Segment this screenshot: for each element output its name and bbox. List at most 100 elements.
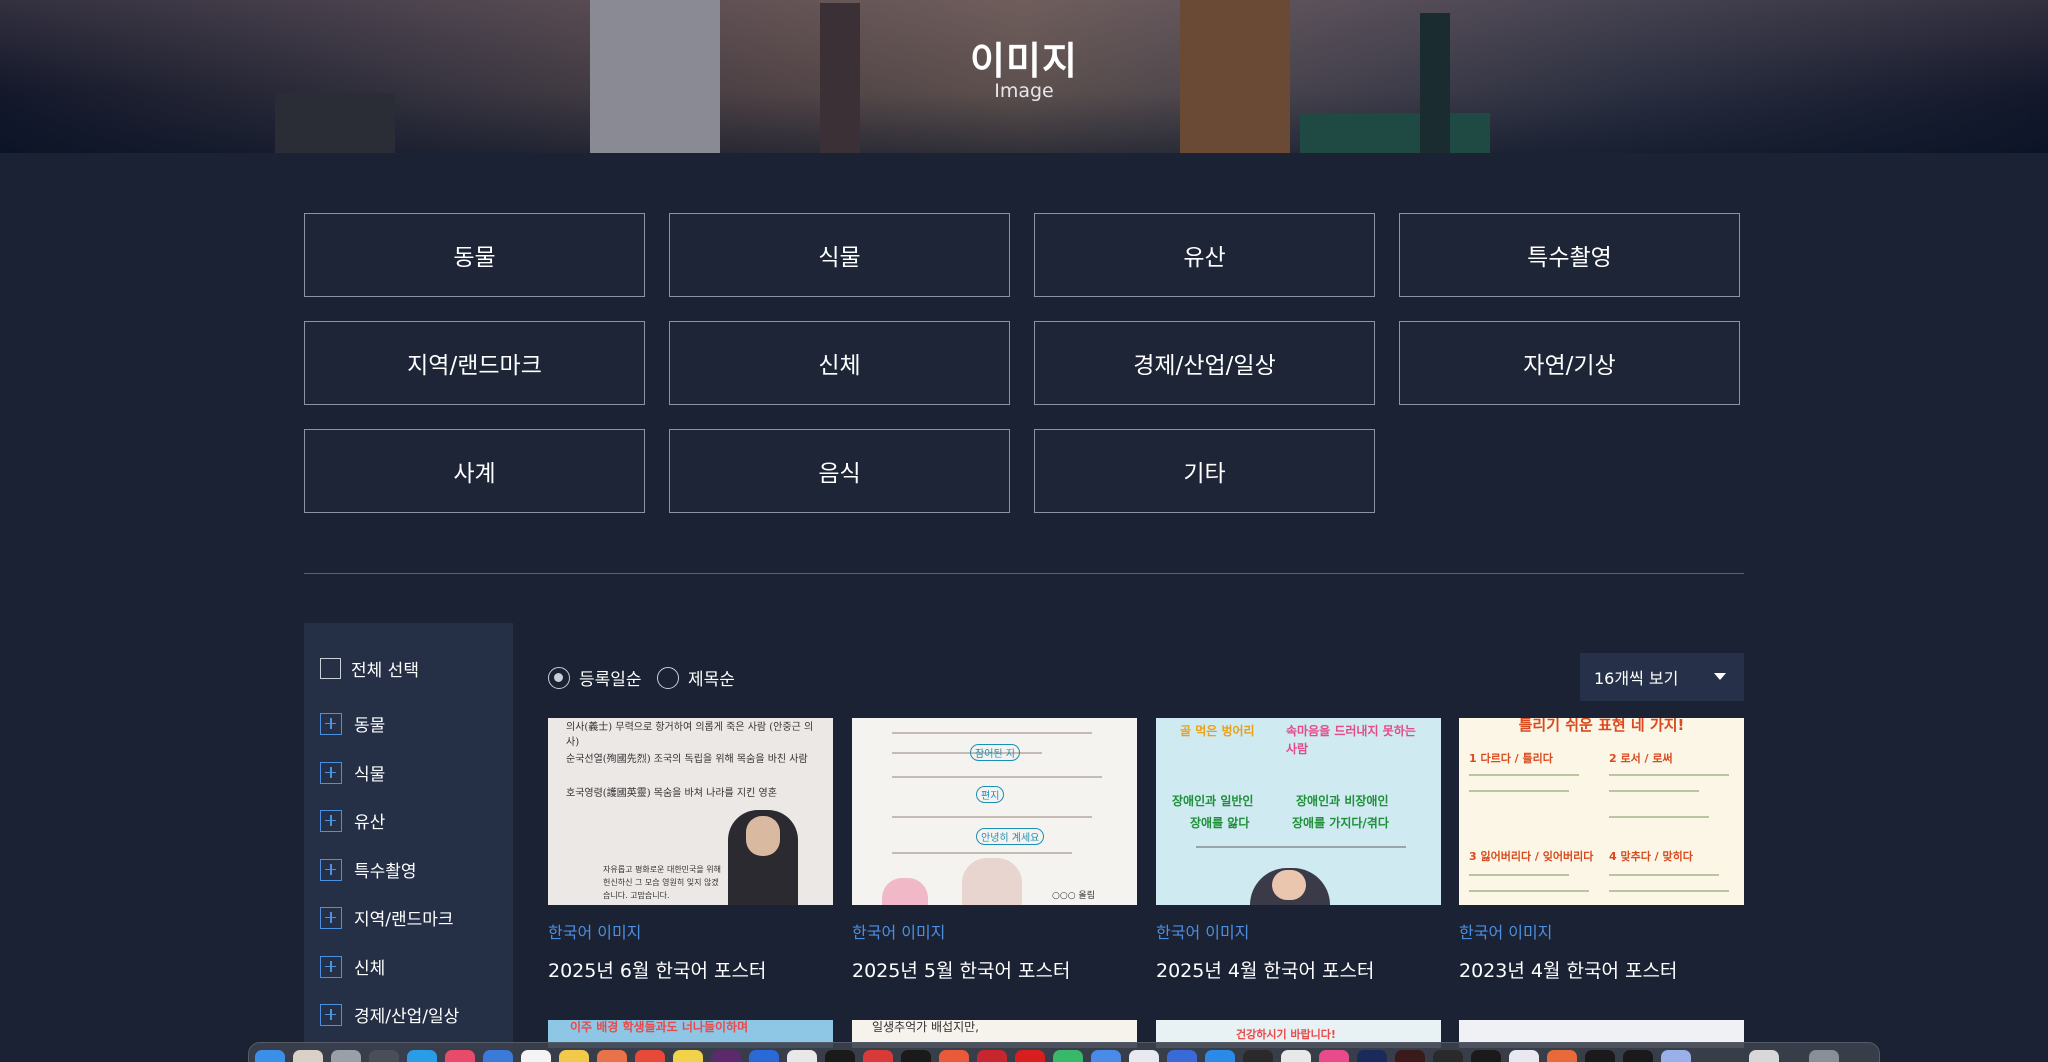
sidebar-item-animal[interactable]: 동물 xyxy=(320,711,385,736)
card-title[interactable]: 2025년 4월 한국어 포스터 xyxy=(1156,956,1441,983)
thumb-text: 속마음을 드러내지 못하는 사람 xyxy=(1286,724,1416,756)
category-button-landmark[interactable]: 지역/랜드마크 xyxy=(304,321,645,405)
card-thumbnail[interactable]: 골 먹은 벙어리 속마음을 드러내지 못하는 사람 장애인과 일반인 장애인과 … xyxy=(1156,718,1441,905)
thumb-text-line xyxy=(892,776,1102,778)
terminal-icon[interactable] xyxy=(1433,1050,1463,1062)
sidebar-item-label: 지역/랜드마크 xyxy=(354,910,454,930)
app-icon[interactable] xyxy=(1053,1050,1083,1062)
card-thumbnail[interactable]: 의사(義士) 무력으로 항거하여 의롭게 죽은 사람 (안중근 의사) 순국선열… xyxy=(548,718,833,905)
vscode-icon[interactable] xyxy=(1205,1050,1235,1062)
app-icon[interactable] xyxy=(863,1050,893,1062)
app-icon[interactable] xyxy=(1547,1050,1577,1062)
photoshop-icon[interactable] xyxy=(1357,1050,1387,1062)
app-icon[interactable] xyxy=(1281,1050,1311,1062)
card-thumbnail[interactable]: 잠어된 지 편지 안녕히 계세요 ○○○ 올림 xyxy=(852,718,1137,905)
card-category[interactable]: 한국어 이미지 xyxy=(1156,919,1441,943)
slack-icon[interactable] xyxy=(711,1050,741,1062)
app-icon[interactable] xyxy=(1015,1050,1045,1062)
card-category[interactable]: 한국어 이미지 xyxy=(1459,919,1744,943)
sidebar-item-heritage[interactable]: 유산 xyxy=(320,808,385,833)
select-all-label: 전체 선택 xyxy=(351,661,419,681)
app-icon[interactable] xyxy=(369,1050,399,1062)
category-button-heritage[interactable]: 유산 xyxy=(1034,213,1375,297)
sidebar-item-economy[interactable]: 경제/산업/일상 xyxy=(320,1002,459,1027)
category-button-body[interactable]: 신체 xyxy=(669,321,1010,405)
app-icon[interactable] xyxy=(1167,1050,1197,1062)
radio-selected-icon xyxy=(548,666,570,689)
card-title[interactable]: 2025년 5월 한국어 포스터 xyxy=(852,956,1137,983)
app-icon[interactable] xyxy=(1319,1050,1349,1062)
music-icon[interactable] xyxy=(445,1050,475,1062)
card-thumbnail[interactable]: 틀리기 쉬운 표현 네 가지! 1 다르다 / 틀리다 2 로서 / 로써 3 … xyxy=(1459,718,1744,905)
sort-by-title-radio[interactable]: 제목순 xyxy=(657,665,735,690)
thumb-text-line xyxy=(1469,890,1589,892)
card-title[interactable]: 2025년 6월 한국어 포스터 xyxy=(548,956,833,983)
category-button-plant[interactable]: 식물 xyxy=(669,213,1010,297)
category-button-food[interactable]: 음식 xyxy=(669,429,1010,513)
thumb-text-line xyxy=(892,852,1072,854)
chatgpt-icon[interactable] xyxy=(825,1050,855,1062)
photos-icon[interactable] xyxy=(597,1050,627,1062)
app-icon[interactable] xyxy=(1509,1050,1539,1062)
thumb-text: 1 다르다 / 틀리다 xyxy=(1469,752,1553,765)
category-button-seasons[interactable]: 사계 xyxy=(304,429,645,513)
expand-plus-icon xyxy=(320,955,342,978)
app-icon[interactable] xyxy=(1471,1050,1501,1062)
sidebar-item-label: 신체 xyxy=(354,959,386,979)
calendar-icon[interactable] xyxy=(521,1050,551,1062)
app-icon[interactable] xyxy=(939,1050,969,1062)
per-page-select[interactable]: 16개씩 보기 xyxy=(1580,653,1744,701)
thumb-text: 호국영령(護國英靈) 목숨을 바쳐 나라를 지킨 영혼 xyxy=(566,788,777,799)
image-card[interactable]: 잠어된 지 편지 안녕히 계세요 ○○○ 올림 한국어 이미지 2025년 5월… xyxy=(852,718,1137,983)
card-title[interactable]: 2023년 4월 한국어 포스터 xyxy=(1459,956,1744,983)
sidebar-item-body[interactable]: 신체 xyxy=(320,954,385,979)
category-button-economy[interactable]: 경제/산업/일상 xyxy=(1034,321,1375,405)
category-button-nature[interactable]: 자연/기상 xyxy=(1399,321,1740,405)
app-icon[interactable] xyxy=(1661,1050,1691,1062)
thumb-text-line xyxy=(892,732,1092,734)
image-card[interactable]: 의사(義士) 무력으로 항거하여 의롭게 죽은 사람 (안중근 의사) 순국선열… xyxy=(548,718,833,983)
app-store-icon[interactable] xyxy=(407,1050,437,1062)
card-category[interactable]: 한국어 이미지 xyxy=(852,919,1137,943)
app-icon[interactable] xyxy=(1091,1050,1121,1062)
thumb-text: 장애인과 일반인 xyxy=(1172,794,1254,808)
illustrator-icon[interactable] xyxy=(1395,1050,1425,1062)
settings-icon[interactable] xyxy=(331,1050,361,1062)
finder-icon[interactable] xyxy=(255,1050,285,1062)
expand-plus-icon xyxy=(320,809,342,832)
trash-icon[interactable] xyxy=(1809,1050,1839,1062)
app-icon[interactable] xyxy=(749,1050,779,1062)
thumb-text-line xyxy=(1609,774,1729,776)
select-all-checkbox[interactable]: 전체 선택 xyxy=(320,656,419,681)
mail-icon[interactable] xyxy=(483,1050,513,1062)
category-button-etc[interactable]: 기타 xyxy=(1034,429,1375,513)
thumb-text: 2 로서 / 로써 xyxy=(1609,752,1673,765)
thumb-text-line xyxy=(1609,816,1709,818)
person-photo xyxy=(962,858,1022,905)
page-title: 이미지 xyxy=(970,39,1078,83)
app-icon[interactable] xyxy=(787,1050,817,1062)
sidebar-item-landmark[interactable]: 지역/랜드마크 xyxy=(320,905,454,930)
app-icon[interactable] xyxy=(1243,1050,1273,1062)
thumb-text: 일생추억가 배섭지만, xyxy=(872,1020,979,1034)
app-icon[interactable] xyxy=(901,1050,931,1062)
card-category[interactable]: 한국어 이미지 xyxy=(548,919,833,943)
person-face xyxy=(1272,870,1306,900)
notes-icon[interactable] xyxy=(559,1050,589,1062)
app-icon[interactable] xyxy=(635,1050,665,1062)
sort-by-date-radio[interactable]: 등록일순 xyxy=(548,665,642,690)
category-button-special-shooting[interactable]: 특수촬영 xyxy=(1399,213,1740,297)
chrome-icon[interactable] xyxy=(1129,1050,1159,1062)
image-card[interactable]: 골 먹은 벙어리 속마음을 드러내지 못하는 사람 장애인과 일반인 장애인과 … xyxy=(1156,718,1441,983)
launchpad-icon[interactable] xyxy=(293,1050,323,1062)
downloads-icon[interactable] xyxy=(1749,1050,1779,1062)
sidebar-item-plant[interactable]: 식물 xyxy=(320,760,385,785)
macos-dock xyxy=(248,1042,1880,1062)
sidebar-item-special-shooting[interactable]: 특수촬영 xyxy=(320,857,417,882)
kakaotalk-icon[interactable] xyxy=(673,1050,703,1062)
category-button-animal[interactable]: 동물 xyxy=(304,213,645,297)
app-icon[interactable] xyxy=(1585,1050,1615,1062)
app-icon[interactable] xyxy=(1623,1050,1653,1062)
image-card[interactable]: 틀리기 쉬운 표현 네 가지! 1 다르다 / 틀리다 2 로서 / 로써 3 … xyxy=(1459,718,1744,983)
app-icon[interactable] xyxy=(977,1050,1007,1062)
